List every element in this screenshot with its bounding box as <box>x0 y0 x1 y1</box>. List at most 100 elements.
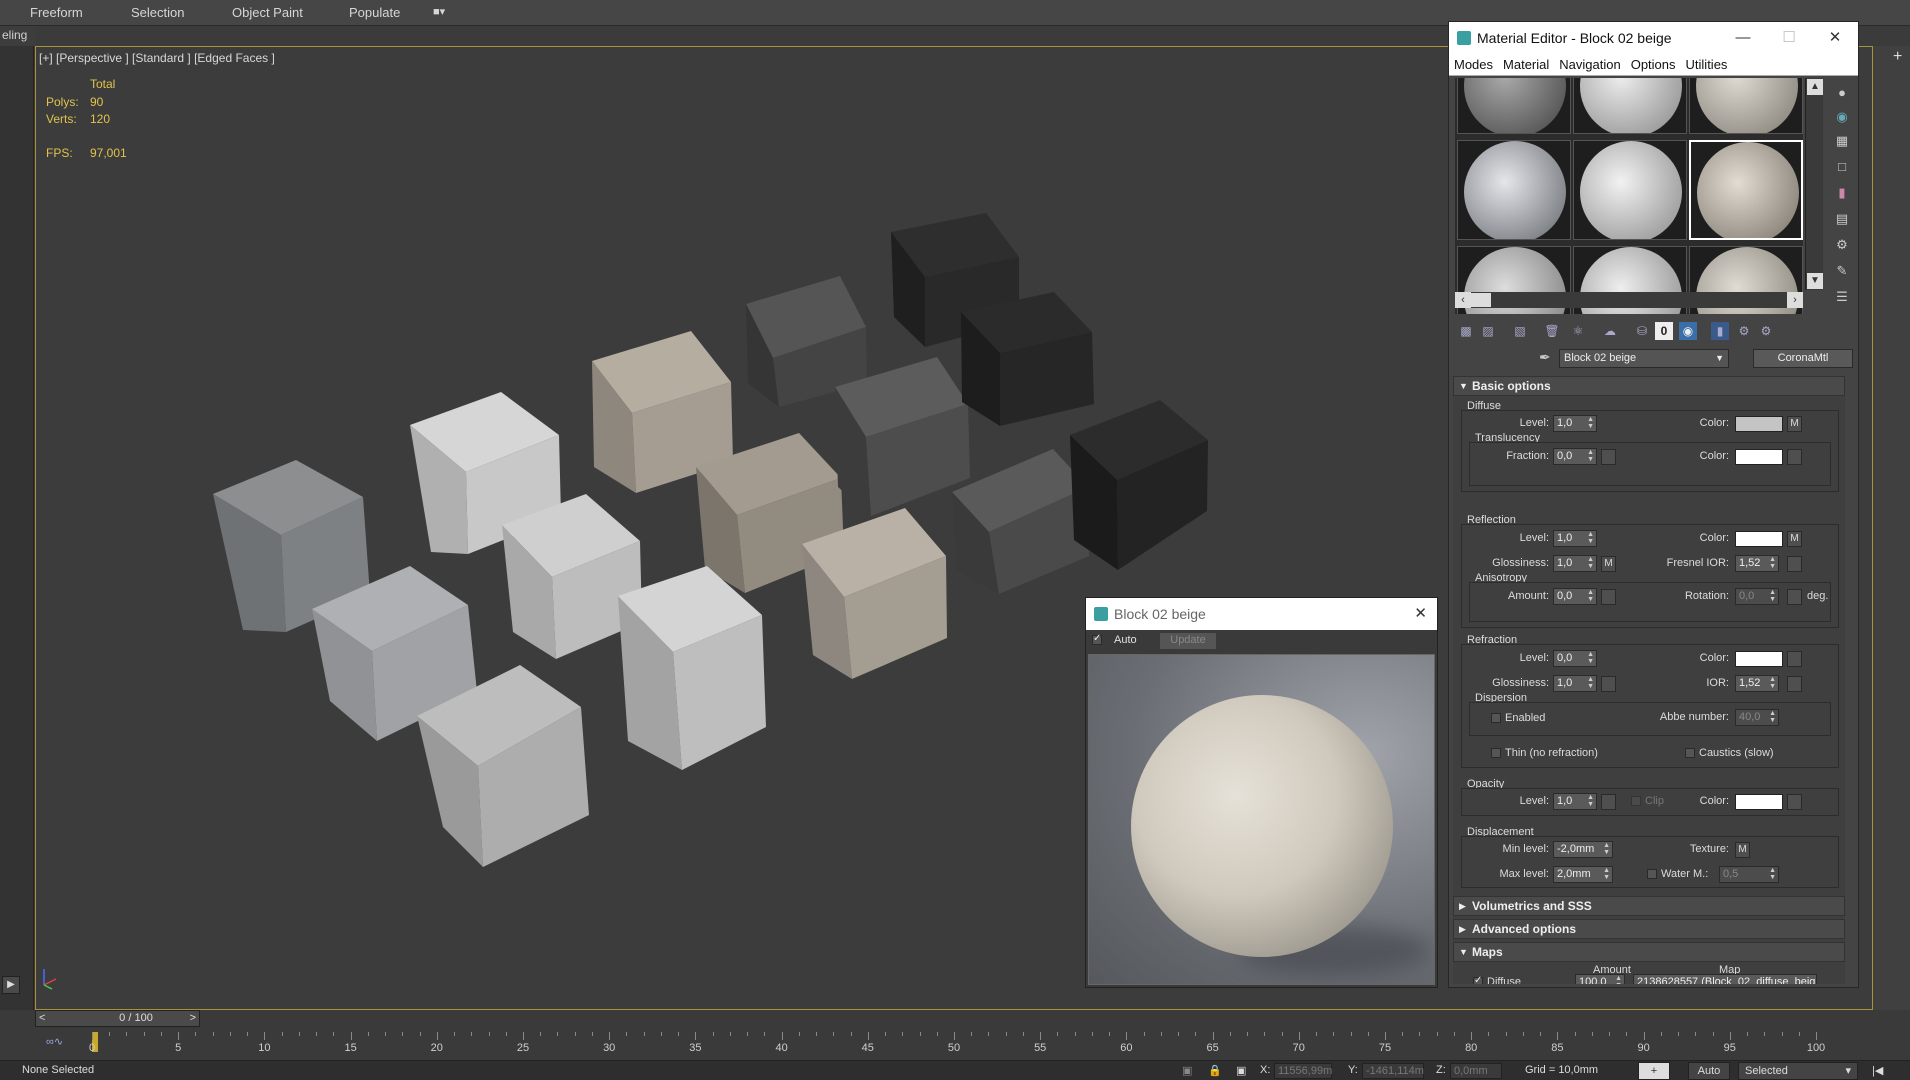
curve-editor-icon[interactable]: ∞∿ <box>46 1035 63 1048</box>
sample-slot-selected[interactable] <box>1689 140 1803 240</box>
absolute-mode-icon[interactable]: ▣ <box>1236 1064 1246 1077</box>
create-plus-icon[interactable]: + <box>1893 48 1902 66</box>
auto-key-button[interactable]: Auto <box>1688 1062 1730 1080</box>
scroll-thumb[interactable] <box>1471 293 1491 307</box>
reflection-glossiness-spinner[interactable]: 1,0 ▲ ▼ <box>1553 555 1597 572</box>
sample-slot[interactable] <box>1573 140 1687 240</box>
z-coordinate-field[interactable]: 0,0mm <box>1450 1063 1502 1079</box>
command-panel-edge[interactable]: + <box>1873 46 1910 1010</box>
put-material-icon[interactable]: ▨ <box>1479 322 1497 340</box>
lock-icon[interactable]: 🔒 <box>1208 1064 1222 1077</box>
eyedropper-icon[interactable]: ✒ <box>1539 349 1551 366</box>
minimize-button[interactable]: — <box>1720 22 1766 54</box>
thin-checkbox[interactable] <box>1491 748 1501 758</box>
add-time-tag-icon[interactable]: + <box>1638 1062 1670 1080</box>
ior-spinner[interactable]: 1,52 ▲ ▼ <box>1735 675 1779 692</box>
scroll-left-icon[interactable]: ‹ <box>1455 292 1471 308</box>
rollout-advanced-options[interactable]: ▶ Advanced options <box>1453 919 1845 939</box>
ior-map-button[interactable] <box>1787 676 1802 692</box>
material-editor-window[interactable]: Material Editor - Block 02 beige — ☐ ✕ M… <box>1448 21 1859 988</box>
anisotropy-amount-map-button[interactable] <box>1601 589 1616 605</box>
refraction-map-button[interactable] <box>1787 651 1802 667</box>
rollout-maps[interactable]: ▼ Maps <box>1453 942 1845 962</box>
cube-block-12[interactable] <box>618 566 766 770</box>
material-map-navigator-icon[interactable]: ☰ <box>1833 288 1851 306</box>
make-unique-icon[interactable]: ⚛ <box>1569 322 1587 340</box>
anisotropy-amount-spinner[interactable]: 0,0 ▲ ▼ <box>1553 588 1597 605</box>
menu-utilities[interactable]: Utilities <box>1681 54 1733 76</box>
material-type-button[interactable]: CoronaMtl <box>1753 349 1853 368</box>
translucency-color-map-button[interactable] <box>1787 449 1802 465</box>
translucency-color-swatch[interactable] <box>1735 449 1783 465</box>
uv-tiling-icon[interactable]: □ <box>1833 158 1851 176</box>
auto-update-checkbox[interactable] <box>1092 633 1102 645</box>
ribbon-options-icon[interactable]: ■▾ <box>433 5 445 18</box>
sample-slot[interactable] <box>1689 78 1803 134</box>
y-coordinate-field[interactable]: -1461,114m <box>1362 1063 1424 1079</box>
sample-slot[interactable] <box>1457 78 1571 134</box>
scroll-down-icon[interactable]: ▼ <box>1807 273 1823 289</box>
show-shaded-material-icon[interactable]: ◉ <box>1679 322 1697 340</box>
material-id-icon[interactable]: ⛁ <box>1633 322 1651 340</box>
refraction-glossiness-spinner[interactable]: 1,0 ▲ ▼ <box>1553 675 1597 692</box>
prev-frame-icon[interactable]: < <box>39 1012 45 1024</box>
x-coordinate-field[interactable]: 11556,99m <box>1274 1063 1332 1079</box>
water-level-spinner[interactable]: 0,5 ▲ ▼ <box>1719 866 1779 883</box>
time-slider[interactable]: < 0 / 100 > <box>35 1010 200 1027</box>
water-level-checkbox[interactable] <box>1647 869 1657 879</box>
time-ruler[interactable]: 0 5 10 15 20 25 30 35 40 45 50 55 60 65 70 75 80 85 90 95 10… <box>89 1032 1830 1060</box>
menu-options[interactable]: Options <box>1626 54 1681 76</box>
ribbon-tab-selection[interactable]: Selection <box>131 5 184 20</box>
menu-navigation[interactable]: Navigation <box>1554 54 1625 76</box>
video-color-check-icon[interactable]: ▮ <box>1833 184 1851 202</box>
anisotropy-rotation-map-button[interactable] <box>1787 589 1802 605</box>
go-to-start-icon[interactable]: |◀ <box>1872 1064 1883 1077</box>
maps-diffuse-checkbox[interactable] <box>1473 975 1483 984</box>
maps-diffuse-map-button[interactable]: 2138628557 (Block_02_diffuse_beig <box>1633 974 1817 984</box>
cube-block-14[interactable] <box>952 449 1089 594</box>
sample-type-icon[interactable]: ● <box>1833 84 1851 102</box>
dispersion-enabled-checkbox[interactable] <box>1491 713 1501 723</box>
maps-diffuse-amount-spinner[interactable]: 100,0▲▼ <box>1575 974 1625 984</box>
options-icon[interactable]: ⚙ <box>1833 236 1851 254</box>
key-filter-dropdown[interactable]: Selected ▾ <box>1738 1062 1858 1080</box>
select-by-material-icon[interactable]: ✎ <box>1833 262 1851 280</box>
isolate-icon[interactable]: ▣ <box>1182 1064 1192 1077</box>
opacity-level-map-button[interactable] <box>1601 794 1616 810</box>
make-preview-icon[interactable]: ▤ <box>1833 210 1851 228</box>
cube-block-10[interactable] <box>961 292 1094 426</box>
opacity-color-map-button[interactable] <box>1787 794 1802 810</box>
translucency-fraction-spinner[interactable]: 0,0 ▲ ▼ <box>1553 448 1597 465</box>
reflection-color-swatch[interactable] <box>1735 531 1783 547</box>
anisotropy-rotation-spinner[interactable]: 0,0 ▲ ▼ <box>1735 588 1779 605</box>
sample-horizontal-scrollbar[interactable]: ‹ › <box>1455 292 1803 308</box>
ribbon-tab-freeform[interactable]: Freeform <box>30 5 83 20</box>
displacement-texture-button[interactable]: M <box>1735 842 1750 858</box>
maximize-button[interactable]: ☐ <box>1766 22 1812 54</box>
glossiness-map-button[interactable]: M <box>1601 556 1616 572</box>
menu-modes[interactable]: Modes <box>1449 54 1498 76</box>
abbe-number-spinner[interactable]: 40,0 ▲ ▼ <box>1735 709 1779 726</box>
get-material-icon[interactable]: ▩ <box>1457 322 1475 340</box>
fresnel-map-button[interactable] <box>1787 556 1802 572</box>
opacity-color-swatch[interactable] <box>1735 794 1783 810</box>
menu-material[interactable]: Material <box>1498 54 1554 76</box>
diffuse-level-spinner[interactable]: 1,0 ▲ ▼ <box>1553 415 1597 432</box>
play-icon[interactable]: ▶ <box>2 976 20 994</box>
assign-material-icon[interactable]: ▧ <box>1511 322 1529 340</box>
next-frame-icon[interactable]: > <box>190 1012 196 1024</box>
close-button[interactable]: ✕ <box>1812 22 1858 54</box>
put-to-library-icon[interactable]: ☁ <box>1601 322 1619 340</box>
update-button[interactable]: Update <box>1160 633 1216 649</box>
rollout-basic-options[interactable]: ▼ Basic options <box>1453 376 1845 396</box>
ribbon-tab-populate[interactable]: Populate <box>349 5 400 20</box>
displacement-max-spinner[interactable]: 2,0mm ▲ ▼ <box>1553 866 1613 883</box>
caustics-checkbox[interactable] <box>1685 748 1695 758</box>
material-id-channel-icon[interactable]: 0 <box>1655 322 1673 340</box>
sample-slot[interactable] <box>1573 78 1687 134</box>
translucency-fraction-map-button[interactable] <box>1601 449 1616 465</box>
sample-vertical-scrollbar[interactable]: ▲ ▼ <box>1805 78 1823 290</box>
rollout-volumetrics[interactable]: ▶ Volumetrics and SSS <box>1453 896 1845 916</box>
refraction-glossiness-map-button[interactable] <box>1601 676 1616 692</box>
sample-slot[interactable] <box>1457 140 1571 240</box>
